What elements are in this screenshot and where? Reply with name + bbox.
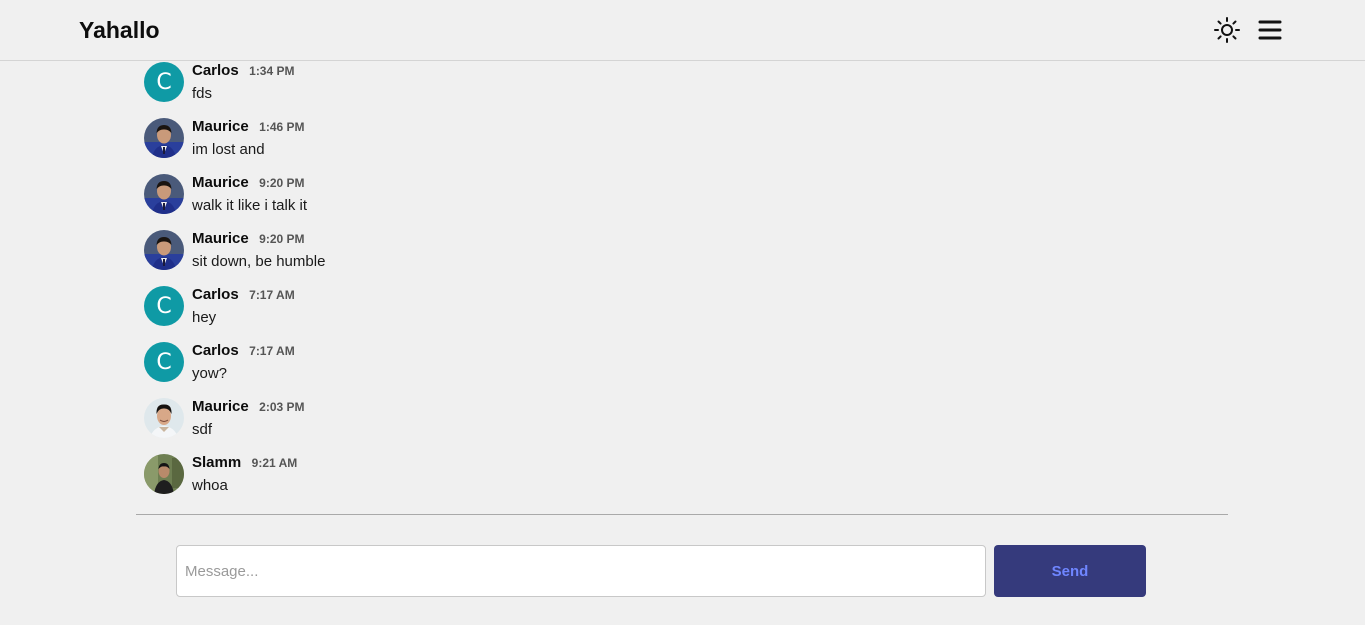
composer-divider [136, 514, 1228, 515]
message-input[interactable] [176, 545, 986, 597]
message-timestamp: 9:20 PM [259, 176, 305, 190]
send-button[interactable]: Send [994, 545, 1146, 597]
message-header: Carlos 7:17 AM [192, 286, 295, 304]
message-item: Maurice 2:03 PM sdf [144, 398, 1228, 454]
message-header: Slamm 9:21 AM [192, 454, 297, 472]
message-list[interactable]: C Carlos 1:34 PM fds Maurice 1:46 PM im … [144, 62, 1228, 502]
message-header: Carlos 1:34 PM [192, 62, 295, 80]
message-item: Maurice 9:20 PM sit down, be humble [144, 230, 1228, 286]
avatar[interactable]: C [144, 286, 184, 326]
sender-name[interactable]: Maurice [192, 174, 249, 191]
message-timestamp: 9:20 PM [259, 232, 305, 246]
message-item: Maurice 1:46 PM im lost and [144, 118, 1228, 174]
message-item: Slamm 9:21 AM whoa [144, 454, 1228, 502]
message-text: sit down, be humble [192, 253, 326, 270]
message-header: Carlos 7:17 AM [192, 342, 295, 360]
message-text: yow? [192, 365, 228, 382]
message-text: sdf [192, 421, 213, 438]
message-text: walk it like i talk it [192, 197, 308, 214]
app-header: Yahallo [0, 0, 1365, 61]
sender-name[interactable]: Carlos [192, 342, 239, 359]
sender-name[interactable]: Carlos [192, 62, 239, 79]
message-text: hey [192, 309, 217, 326]
message-timestamp: 1:34 PM [249, 64, 295, 78]
message-header: Maurice 2:03 PM [192, 398, 305, 416]
message-item: C Carlos 1:34 PM fds [144, 62, 1228, 118]
message-text: fds [192, 85, 213, 102]
message-timestamp: 7:17 AM [249, 288, 295, 302]
message-item: Maurice 9:20 PM walk it like i talk it [144, 174, 1228, 230]
avatar[interactable]: C [144, 62, 184, 102]
message-item: C Carlos 7:17 AM yow? [144, 342, 1228, 398]
message-text: whoa [192, 477, 228, 494]
avatar[interactable] [144, 118, 184, 158]
app-title: Yahallo [79, 17, 160, 43]
avatar[interactable] [144, 174, 184, 214]
message-text: im lost and [192, 141, 265, 158]
message-item: C Carlos 7:17 AM hey [144, 286, 1228, 342]
message-timestamp: 9:21 AM [251, 456, 298, 470]
hamburger-menu-icon[interactable] [1257, 17, 1283, 43]
message-timestamp: 2:03 PM [259, 400, 305, 414]
avatar[interactable] [144, 398, 184, 438]
sender-name[interactable]: Slamm [192, 454, 241, 471]
message-header: Maurice 1:46 PM [192, 118, 305, 136]
avatar[interactable] [144, 454, 184, 494]
message-header: Maurice 9:20 PM [192, 230, 305, 248]
avatar[interactable]: C [144, 342, 184, 382]
avatar[interactable] [144, 230, 184, 270]
message-header: Maurice 9:20 PM [192, 174, 305, 192]
message-timestamp: 1:46 PM [259, 120, 305, 134]
sender-name[interactable]: Carlos [192, 286, 239, 303]
sun-icon[interactable] [1213, 16, 1241, 44]
sender-name[interactable]: Maurice [192, 230, 249, 247]
message-timestamp: 7:17 AM [249, 344, 295, 358]
sender-name[interactable]: Maurice [192, 118, 249, 135]
sender-name[interactable]: Maurice [192, 398, 249, 415]
